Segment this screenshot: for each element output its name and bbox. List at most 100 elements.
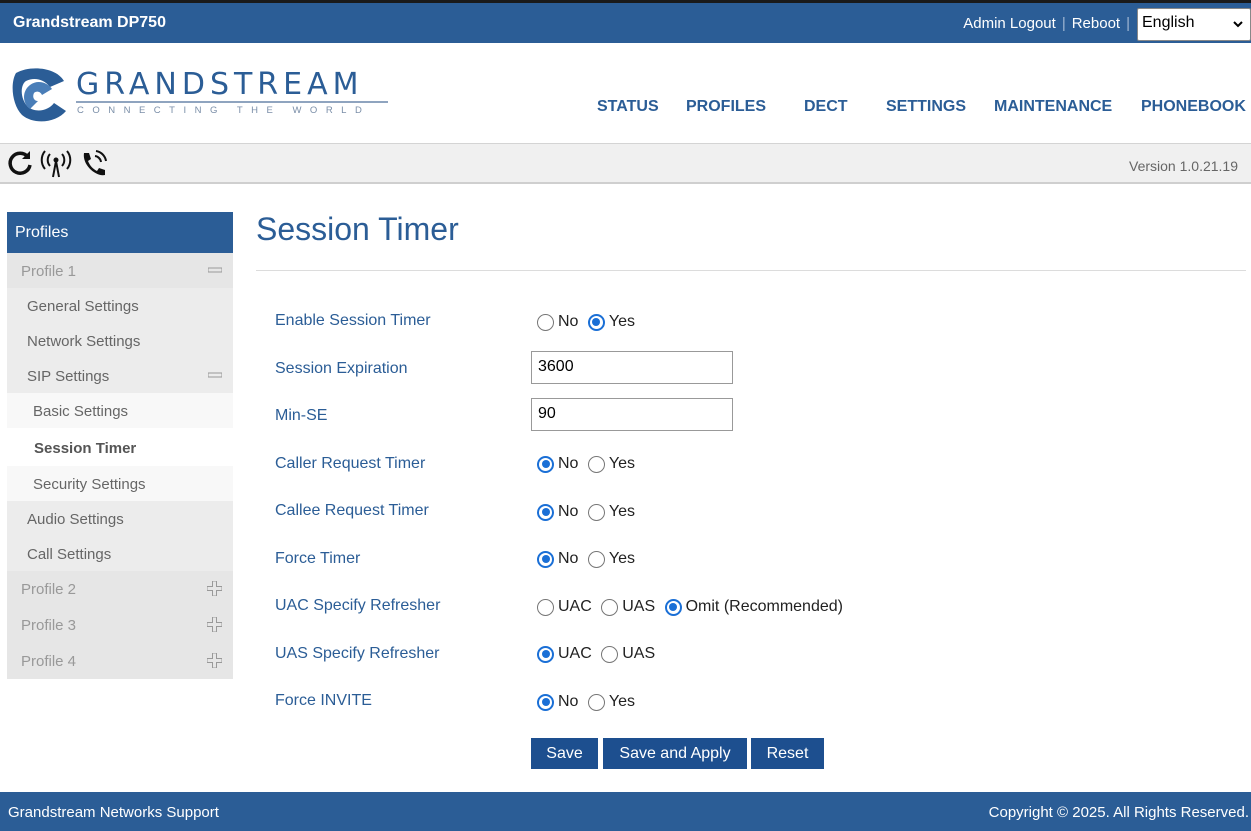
radio-uac[interactable]: UAC xyxy=(537,645,592,663)
support-link[interactable]: Grandstream Networks Support xyxy=(8,804,219,821)
radio-circle[interactable] xyxy=(537,550,554,568)
radio-circle[interactable] xyxy=(587,313,605,331)
sidebar-item-label: Audio Settings xyxy=(27,511,124,528)
sidebar-item-profile-1[interactable]: Profile 1 xyxy=(7,253,233,288)
session-expiration-input[interactable]: 3600 xyxy=(531,351,733,384)
expand-icon[interactable] xyxy=(206,616,223,636)
nav-profiles[interactable]: PROFILES xyxy=(686,98,766,116)
radio-circle[interactable] xyxy=(537,455,554,473)
radio-label: UAS xyxy=(622,645,656,662)
top-links: Admin Logout | Reboot | xyxy=(963,15,1136,32)
language-select[interactable]: English xyxy=(1137,8,1251,41)
radio-label: UAC xyxy=(558,598,592,615)
sidebar-item-audio-settings[interactable]: Audio Settings xyxy=(7,501,233,536)
radio-label: No xyxy=(558,693,579,710)
antenna-icon xyxy=(40,149,72,184)
phone-call-icon xyxy=(78,149,110,184)
separator: | xyxy=(1126,15,1130,32)
radio-circle[interactable] xyxy=(537,598,554,616)
save-and-apply-button[interactable]: Save and Apply xyxy=(603,738,747,769)
sidebar-item-profile-2[interactable]: Profile 2 xyxy=(7,571,233,607)
radio-label: No xyxy=(558,550,579,567)
radio-uac[interactable]: UAC xyxy=(537,598,592,616)
radio-circle[interactable] xyxy=(601,645,619,663)
radio-yes[interactable]: Yes xyxy=(587,550,636,568)
force-timer-radio-group: No Yes xyxy=(537,550,640,573)
sidebar-item-network-settings[interactable]: Network Settings xyxy=(7,323,233,358)
nav-settings[interactable]: SETTINGS xyxy=(886,98,966,116)
refresh-icon[interactable] xyxy=(6,149,34,182)
sidebar-item-label: Call Settings xyxy=(27,546,112,563)
collapse-icon[interactable] xyxy=(207,368,223,386)
sidebar-item-label: Security Settings xyxy=(33,476,146,493)
collapse-icon[interactable] xyxy=(207,263,223,281)
sidebar-item-label: Profile 1 xyxy=(21,263,77,280)
uac-specify-refresher-label: UAC Specify Refresher xyxy=(275,597,441,614)
radio-circle[interactable] xyxy=(537,645,554,663)
sidebar-item-sip-settings[interactable]: SIP Settings xyxy=(7,358,233,393)
copyright: Copyright © 2025. All Rights Reserved. xyxy=(988,804,1249,821)
nav-status[interactable]: STATUS xyxy=(597,98,659,116)
chevron-down-icon xyxy=(1232,17,1244,35)
caller-request-timer-radio-group: No Yes xyxy=(537,455,640,478)
sidebar-item-call-settings[interactable]: Call Settings xyxy=(7,536,233,571)
footer: Grandstream Networks Support Copyright ©… xyxy=(0,792,1251,831)
radio-label: No xyxy=(558,503,579,520)
title-divider xyxy=(256,270,1246,271)
sidebar: Profiles Profile 1 General Settings Netw… xyxy=(7,212,233,679)
reboot-link[interactable]: Reboot xyxy=(1072,15,1120,32)
radio-label: UAS xyxy=(622,598,656,615)
radio-circle[interactable] xyxy=(601,598,619,616)
radio-circle[interactable] xyxy=(587,503,605,521)
session-expiration-label: Session Expiration xyxy=(275,360,408,377)
radio-no[interactable]: No xyxy=(537,693,578,711)
radio-circle[interactable] xyxy=(587,550,605,568)
radio-yes[interactable]: Yes xyxy=(587,503,635,521)
radio-uas[interactable]: UAS xyxy=(601,598,655,616)
expand-icon[interactable] xyxy=(206,652,223,672)
radio-yes[interactable]: Yes xyxy=(587,455,636,473)
uas-specify-refresher-radio-group: UAC UAS xyxy=(537,645,660,668)
radio-circle[interactable] xyxy=(587,455,605,473)
nav-maintenance[interactable]: MAINTENANCE xyxy=(994,98,1112,116)
radio-circle[interactable] xyxy=(537,313,554,331)
reset-button[interactable]: Reset xyxy=(751,738,824,769)
logo-divider xyxy=(76,101,388,103)
radio-no[interactable]: No xyxy=(537,313,578,331)
save-button[interactable]: Save xyxy=(531,738,598,769)
radio-yes[interactable]: Yes xyxy=(587,693,635,711)
nav-phonebook[interactable]: PHONEBOOK xyxy=(1141,98,1246,116)
radio-no[interactable]: No xyxy=(537,503,578,521)
radio-label: Omit (Recommended) xyxy=(685,598,843,615)
sidebar-item-profile-3[interactable]: Profile 3 xyxy=(7,607,233,643)
sidebar-item-security-settings[interactable]: Security Settings xyxy=(7,466,233,501)
nav-dect[interactable]: DECT xyxy=(804,98,848,116)
expand-icon[interactable] xyxy=(206,580,223,600)
radio-circle[interactable] xyxy=(537,693,554,711)
page-title: Session Timer xyxy=(256,211,459,247)
radio-no[interactable]: No xyxy=(537,550,578,568)
radio-label: No xyxy=(558,455,579,472)
radio-label: Yes xyxy=(608,455,636,472)
logo-wordmark: GRANDSTREAM xyxy=(76,67,364,102)
sidebar-item-basic-settings[interactable]: Basic Settings xyxy=(7,393,233,428)
sidebar-item-session-timer[interactable]: Session Timer xyxy=(7,428,233,466)
sidebar-item-label: Session Timer xyxy=(34,440,137,457)
sidebar-item-profile-4[interactable]: Profile 4 xyxy=(7,643,233,679)
radio-circle[interactable] xyxy=(664,598,682,616)
sidebar-item-label: Network Settings xyxy=(27,333,141,350)
radio-circle[interactable] xyxy=(537,503,554,521)
radio-circle[interactable] xyxy=(587,693,605,711)
radio-label: Yes xyxy=(608,550,636,567)
sidebar-item-general-settings[interactable]: General Settings xyxy=(7,288,233,323)
force-invite-label: Force INVITE xyxy=(275,692,372,709)
radio-yes[interactable]: Yes xyxy=(587,313,635,331)
language-value: English xyxy=(1142,14,1195,31)
radio-no[interactable]: No xyxy=(537,455,578,473)
min-se-input[interactable]: 90 xyxy=(531,398,733,431)
uas-specify-refresher-label: UAS Specify Refresher xyxy=(275,645,440,662)
radio-omit[interactable]: Omit (Recommended) xyxy=(664,598,843,616)
admin-logout-link[interactable]: Admin Logout xyxy=(963,15,1056,32)
sidebar-item-label: General Settings xyxy=(27,298,139,315)
radio-uas[interactable]: UAS xyxy=(601,645,655,663)
